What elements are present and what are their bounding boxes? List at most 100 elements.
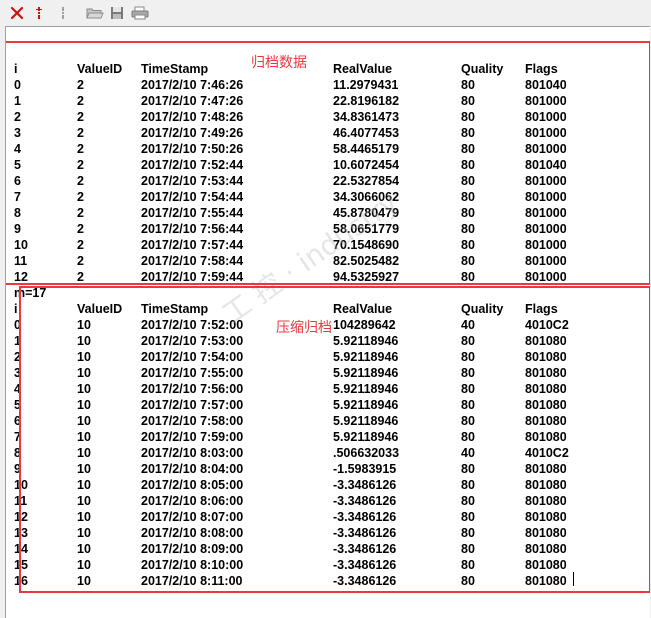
- cell-flags: 801080: [525, 478, 567, 492]
- print-icon[interactable]: [130, 3, 150, 23]
- cell-i: 6: [14, 414, 21, 428]
- cell-i: 15: [14, 558, 28, 572]
- cell-i: 7: [14, 430, 21, 444]
- cell-timestamp: 2017/2/10 7:56:44: [141, 222, 244, 236]
- cell-quality: 80: [461, 494, 475, 508]
- cell-flags: 801040: [525, 78, 567, 92]
- cell-i: 3: [14, 126, 21, 140]
- cell-quality: 80: [461, 78, 475, 92]
- cell-quality: 80: [461, 238, 475, 252]
- text-cursor: [573, 572, 574, 586]
- cell-i: 2: [14, 350, 21, 364]
- cell-value-id: 10: [77, 542, 91, 556]
- cell-timestamp: 2017/2/10 8:09:00: [141, 542, 244, 556]
- cell-real-value: -3.3486126: [333, 494, 397, 508]
- cell-value-id: 10: [77, 366, 91, 380]
- cell-quality: 80: [461, 126, 475, 140]
- cell-quality: 80: [461, 206, 475, 220]
- cell-quality: 80: [461, 270, 475, 284]
- cell-flags: 801080: [525, 542, 567, 556]
- cell-flags: 801000: [525, 238, 567, 252]
- cell-i: 1: [14, 334, 21, 348]
- cell-value-id: 2: [77, 174, 84, 188]
- cell-flags: 801080: [525, 574, 567, 588]
- cell-timestamp: 2017/2/10 7:53:44: [141, 174, 244, 188]
- cell-quality: 80: [461, 478, 475, 492]
- cell-real-value: 94.5325927: [333, 270, 400, 284]
- cell-i: 5: [14, 398, 21, 412]
- cell-real-value: 58.0651779: [333, 222, 400, 236]
- cell-value-id: 10: [77, 510, 91, 524]
- cell-i: 6: [14, 174, 21, 188]
- header-quality: Quality: [461, 62, 504, 76]
- cell-value-id: 2: [77, 158, 84, 172]
- cell-value-id: 10: [77, 446, 91, 460]
- app-window: i ValueID TimeStamp RealValue Quality Fl…: [0, 0, 651, 618]
- cell-value-id: 2: [77, 222, 84, 236]
- cell-timestamp: 2017/2/10 8:10:00: [141, 558, 244, 572]
- cell-i: 12: [14, 510, 28, 524]
- header-quality: Quality: [461, 302, 504, 316]
- cell-timestamp: 2017/2/10 7:48:26: [141, 110, 244, 124]
- cell-quality: 80: [461, 190, 475, 204]
- open-folder-icon[interactable]: [85, 3, 105, 23]
- cell-real-value: 45.8780479: [333, 206, 400, 220]
- cell-real-value: 5.92118946: [333, 398, 399, 412]
- header-value-id: ValueID: [77, 62, 123, 76]
- cell-timestamp: 2017/2/10 8:05:00: [141, 478, 244, 492]
- cell-timestamp: 2017/2/10 7:55:00: [141, 366, 244, 380]
- cell-flags: 801000: [525, 110, 567, 124]
- cell-value-id: 10: [77, 398, 91, 412]
- cell-real-value: 104289642: [333, 318, 396, 332]
- header-real-value: RealValue: [333, 302, 393, 316]
- cell-value-id: 10: [77, 526, 91, 540]
- cell-value-id: 2: [77, 270, 84, 284]
- sort-disabled-icon: [53, 3, 73, 23]
- cell-i: 16: [14, 574, 28, 588]
- cell-real-value: -3.3486126: [333, 526, 397, 540]
- cell-value-id: 10: [77, 414, 91, 428]
- cell-timestamp: 2017/2/10 7:53:00: [141, 334, 244, 348]
- cell-real-value: .506632033: [333, 446, 400, 460]
- cell-timestamp: 2017/2/10 8:08:00: [141, 526, 244, 540]
- save-icon[interactable]: [107, 3, 127, 23]
- compressed-annotation: 压缩归档: [276, 320, 332, 336]
- cell-flags: 801080: [525, 462, 567, 476]
- cell-timestamp: 2017/2/10 7:50:26: [141, 142, 244, 156]
- cell-value-id: 2: [77, 206, 84, 220]
- cell-flags: 801000: [525, 142, 567, 156]
- cell-flags: 801080: [525, 494, 567, 508]
- cell-value-id: 10: [77, 462, 91, 476]
- cell-flags: 801000: [525, 126, 567, 140]
- cell-timestamp: 2017/2/10 7:59:44: [141, 270, 244, 284]
- close-icon[interactable]: [7, 3, 27, 23]
- cell-quality: 80: [461, 334, 475, 348]
- cell-i: 0: [14, 318, 21, 332]
- cell-flags: 801080: [525, 350, 567, 364]
- cell-timestamp: 2017/2/10 7:55:44: [141, 206, 244, 220]
- cell-real-value: 58.4465179: [333, 142, 400, 156]
- cell-timestamp: 2017/2/10 7:52:00: [141, 318, 244, 332]
- cell-quality: 80: [461, 414, 475, 428]
- cell-real-value: -3.3486126: [333, 574, 397, 588]
- cell-quality: 80: [461, 254, 475, 268]
- cell-timestamp: 2017/2/10 7:54:44: [141, 190, 244, 204]
- cell-quality: 80: [461, 110, 475, 124]
- output-text-area[interactable]: i ValueID TimeStamp RealValue Quality Fl…: [5, 26, 650, 618]
- cell-quality: 80: [461, 574, 475, 588]
- cell-value-id: 2: [77, 254, 84, 268]
- cell-timestamp: 2017/2/10 7:58:44: [141, 254, 244, 268]
- cell-real-value: 22.5327854: [333, 174, 400, 188]
- cell-real-value: 5.92118946: [333, 350, 399, 364]
- cell-flags: 801000: [525, 254, 567, 268]
- cell-i: 9: [14, 462, 21, 476]
- cell-quality: 80: [461, 382, 475, 396]
- cell-flags: 801000: [525, 174, 567, 188]
- cell-flags: 801000: [525, 206, 567, 220]
- cell-value-id: 2: [77, 94, 84, 108]
- archive-annotation: 归档数据: [251, 55, 307, 71]
- cell-quality: 80: [461, 526, 475, 540]
- cell-timestamp: 2017/2/10 7:49:26: [141, 126, 244, 140]
- cell-i: 12: [14, 270, 28, 284]
- sort-icon[interactable]: [29, 3, 49, 23]
